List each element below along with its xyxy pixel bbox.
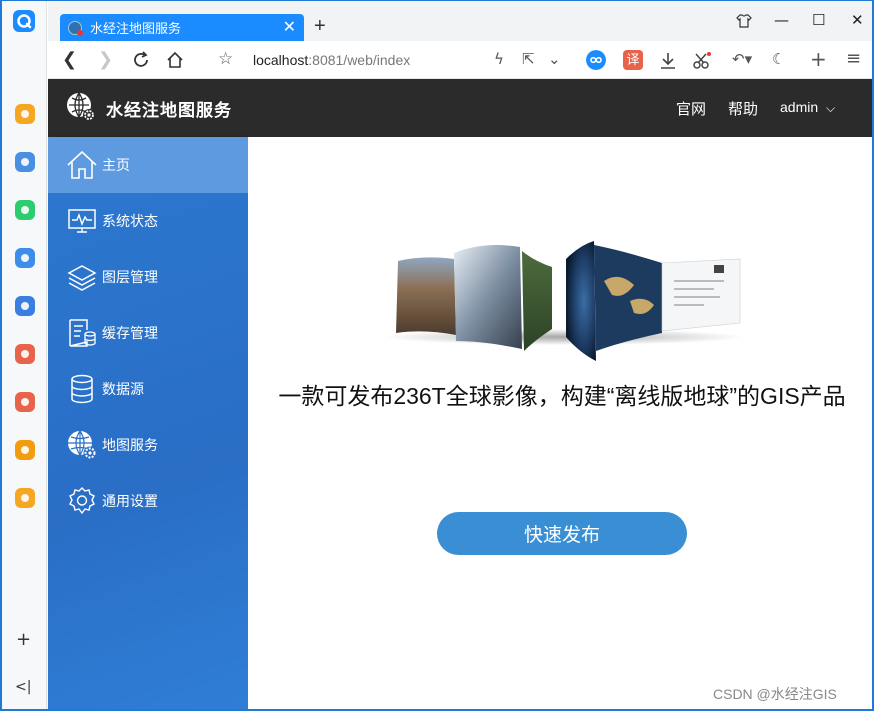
home-icon[interactable]: [166, 51, 184, 69]
official-site-link[interactable]: 官网: [676, 98, 706, 119]
lightning-icon[interactable]: ϟ: [494, 50, 504, 68]
layers-icon: [66, 261, 98, 293]
send-icon[interactable]: [15, 248, 35, 268]
browser-window: + <| 水经注地图服务 ✕ + — ☐ ✕ ❮ ❯ ☆ localhost:8…: [0, 0, 874, 711]
app-header: 水经注地图服务 官网 帮助 admin ⌵: [48, 79, 872, 137]
back-icon[interactable]: ❮: [62, 49, 77, 70]
scissors-icon[interactable]: [692, 51, 714, 71]
favorites-icon[interactable]: [15, 104, 35, 124]
watermark: CSDN @水经注GIS: [713, 686, 837, 702]
tab-bar: 水经注地图服务 ✕ + — ☐ ✕: [48, 1, 872, 41]
menu-item-map-service[interactable]: 地图服务: [48, 417, 248, 473]
menu-label: 数据源: [102, 381, 144, 397]
menu-label: 缓存管理: [102, 325, 158, 341]
download-icon[interactable]: [659, 52, 677, 70]
cloud-icon[interactable]: [15, 296, 35, 316]
maximize-button[interactable]: ☐: [812, 11, 825, 29]
wechat-icon[interactable]: [15, 200, 35, 220]
infinity-icon[interactable]: [586, 50, 606, 70]
forward-icon: ❯: [98, 49, 114, 70]
close-window-button[interactable]: ✕: [851, 11, 864, 29]
menu-item-home[interactable]: 主页: [48, 137, 248, 193]
acrobat-icon[interactable]: [15, 392, 35, 412]
add-icon[interactable]: +: [810, 47, 827, 71]
help-link[interactable]: 帮助: [728, 98, 758, 119]
username: admin: [780, 99, 819, 115]
home-icon: [66, 149, 98, 181]
moon-icon[interactable]: ☾: [772, 50, 785, 68]
menu-item-datasource[interactable]: 数据源: [48, 361, 248, 417]
menu-label: 通用设置: [102, 493, 158, 509]
new-tab-button[interactable]: +: [314, 15, 326, 38]
tagline: 一款可发布236T全球影像，构建“离线版地球”的GIS产品: [278, 383, 846, 409]
menu-label: 系统状态: [102, 213, 158, 229]
menu-item-settings[interactable]: 通用设置: [48, 473, 248, 529]
main-content: 一款可发布236T全球影像，构建“离线版地球”的GIS产品 快速发布 CSDN …: [248, 137, 872, 709]
close-tab-icon[interactable]: ✕: [283, 17, 296, 37]
reload-icon[interactable]: [132, 51, 150, 69]
shirt-icon[interactable]: [736, 13, 752, 29]
globe-gear-icon: [66, 429, 98, 461]
pdf-convert-icon[interactable]: [15, 344, 35, 364]
menu-item-system-status[interactable]: 系统状态: [48, 193, 248, 249]
monitor-icon: [66, 205, 98, 237]
user-menu[interactable]: admin ⌵: [780, 99, 835, 116]
menu-item-cache[interactable]: 缓存管理: [48, 305, 248, 361]
browser-logo-icon[interactable]: [13, 10, 35, 32]
search-icon[interactable]: [15, 440, 35, 460]
database-icon: [66, 373, 98, 405]
earth-imagery-hero-image: [384, 241, 744, 361]
office-icon[interactable]: [15, 488, 35, 508]
menu-label: 主页: [102, 157, 130, 173]
globe-gear-logo-icon: [67, 92, 95, 121]
app-sidebar: 主页 系统状态 图层管理 缓存管理 数据源 地图服务 通用设置: [48, 137, 248, 709]
undo-icon[interactable]: ↶▾: [732, 50, 752, 68]
chevron-down-icon[interactable]: ⌄: [548, 50, 561, 68]
quick-publish-button[interactable]: 快速发布: [437, 512, 687, 555]
globe-favicon-icon: [68, 20, 83, 36]
bookmark-star-icon[interactable]: ☆: [218, 49, 233, 69]
chevron-down-icon: ⌵: [826, 101, 836, 115]
tab-title: 水经注地图服务: [90, 21, 182, 36]
menu-item-layers[interactable]: 图层管理: [48, 249, 248, 305]
cache-icon: [66, 317, 98, 349]
menu-label: 图层管理: [102, 269, 158, 285]
menu-label: 地图服务: [102, 437, 158, 453]
tab-active[interactable]: 水经注地图服务 ✕: [60, 14, 304, 41]
sidebar-collapse-icon[interactable]: <|: [15, 679, 31, 695]
sidebar-add-icon[interactable]: +: [16, 629, 31, 650]
minimize-button[interactable]: —: [774, 11, 789, 29]
app-title: 水经注地图服务: [106, 101, 232, 120]
browser-sidebar: + <|: [2, 1, 47, 709]
share-icon[interactable]: ⇱: [522, 50, 535, 68]
address-bar: ❮ ❯ ☆ localhost:8081/web/index ϟ ⇱ ⌄ 译 ↶…: [48, 41, 872, 79]
menu-icon[interactable]: ≡: [846, 48, 861, 69]
translate-icon[interactable]: 译: [623, 50, 643, 70]
settings-icon: [66, 485, 98, 517]
url-text[interactable]: localhost:8081/web/index: [253, 52, 410, 68]
history-icon[interactable]: [15, 152, 35, 172]
